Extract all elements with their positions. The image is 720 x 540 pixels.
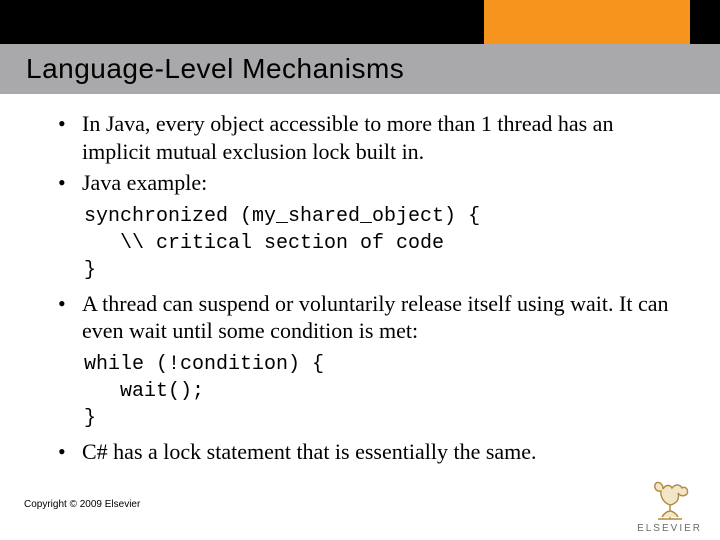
code-line: } <box>84 407 96 430</box>
bullet-item: Java example: <box>50 169 670 197</box>
code-line: while (!condition) { <box>84 353 324 376</box>
publisher-name: ELSEVIER <box>637 523 702 534</box>
title-bar: Language-Level Mechanisms <box>0 44 720 94</box>
code-line: wait(); <box>84 380 204 403</box>
slide: { "title": "Language-Level Mechanisms", … <box>0 0 720 540</box>
copyright-text: Copyright © 2009 Elsevier <box>24 499 140 510</box>
elsevier-tree-icon <box>644 477 696 521</box>
code-line: \\ critical section of code <box>84 232 444 255</box>
publisher-logo: ELSEVIER <box>637 477 702 534</box>
code-block-2: while (!condition) { wait(); } <box>84 351 670 432</box>
bullet-list: C# has a lock statement that is essentia… <box>50 438 670 466</box>
code-line: synchronized (my_shared_object) { <box>84 205 480 228</box>
content-area: In Java, every object accessible to more… <box>50 110 670 469</box>
code-block-1: synchronized (my_shared_object) { \\ cri… <box>84 203 670 284</box>
bullet-item: C# has a lock statement that is essentia… <box>50 438 670 466</box>
bullet-item: In Java, every object accessible to more… <box>50 110 670 165</box>
slide-title: Language-Level Mechanisms <box>0 53 404 85</box>
code-line: } <box>84 259 96 282</box>
bullet-list: A thread can suspend or voluntarily rele… <box>50 290 670 345</box>
header-orange-accent <box>484 0 690 44</box>
bullet-list: In Java, every object accessible to more… <box>50 110 670 197</box>
bullet-item: A thread can suspend or voluntarily rele… <box>50 290 670 345</box>
